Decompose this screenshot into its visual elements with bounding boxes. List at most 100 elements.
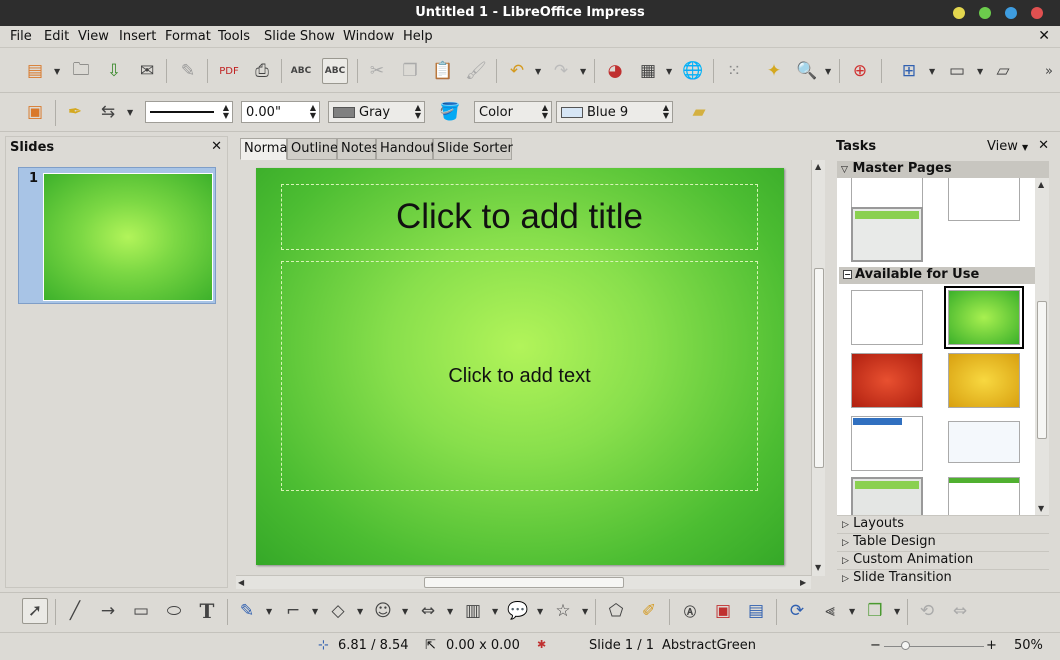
master-thumb-abstract-green[interactable] <box>944 286 1024 349</box>
tab-normal[interactable]: Normal <box>240 138 291 160</box>
master-pages-header[interactable]: ▽ Master Pages <box>837 161 1049 178</box>
master-thumb-green-stripe[interactable] <box>948 477 1020 515</box>
shadow-icon[interactable]: ▰ <box>686 99 712 125</box>
vertical-scrollbar[interactable]: ▲ ▼ <box>811 160 825 576</box>
vertical-scroll-thumb[interactable] <box>814 268 824 468</box>
slide-icon[interactable]: ⊞ <box>896 58 922 84</box>
new-dropdown-icon[interactable]: ▼ <box>54 67 60 76</box>
section-table-design[interactable]: ▷ Table Design <box>837 533 1049 550</box>
line-tool-icon[interactable]: ╱ <box>62 598 88 624</box>
arrange-icon[interactable]: ❒ <box>862 598 888 624</box>
help-icon[interactable]: ⊕ <box>847 58 873 84</box>
table-dropdown-icon[interactable]: ▼ <box>666 67 672 76</box>
available-for-use-header[interactable]: − Available for Use <box>839 267 1035 284</box>
scroll-left-icon[interactable]: ◀ <box>238 578 244 587</box>
menu-tools[interactable]: Tools <box>218 29 250 44</box>
text-placeholder[interactable]: Click to add text <box>281 261 758 491</box>
slide-dropdown-icon[interactable]: ▼ <box>929 67 935 76</box>
line-width-field[interactable]: 0.00" ▲ ▼ <box>241 101 320 123</box>
print-icon[interactable]: ⎙ <box>249 58 275 84</box>
slide-layout-icon[interactable]: ▭ <box>944 58 970 84</box>
layout-dropdown-icon[interactable]: ▼ <box>977 67 983 76</box>
ellipse-tool-icon[interactable]: ⬭ <box>161 598 187 624</box>
scroll-up-icon[interactable]: ▲ <box>815 162 821 171</box>
section-layouts[interactable]: ▷ Layouts <box>837 515 1049 532</box>
spellcheck-icon[interactable]: ABC <box>288 58 314 84</box>
basic-shapes-icon[interactable]: ◇ <box>325 598 351 624</box>
zoom-dropdown-icon[interactable]: ▼ <box>825 67 831 76</box>
master-thumb-red[interactable] <box>851 353 923 408</box>
rotate-icon[interactable]: ⟳ <box>784 598 810 624</box>
symbol-shapes-icon[interactable]: ☺ <box>370 598 396 624</box>
stars-icon[interactable]: ☆ <box>550 598 576 624</box>
horizontal-scroll-thumb[interactable] <box>424 577 624 588</box>
scroll-down-icon[interactable]: ▼ <box>815 563 821 572</box>
toggle-extrusion-icon[interactable]: ⇔ <box>947 598 973 624</box>
table-icon[interactable]: ▦ <box>635 58 661 84</box>
master-thumb-default[interactable] <box>851 290 923 345</box>
fontwork-icon[interactable]: Ⓐ <box>677 598 703 624</box>
block-arrows-icon[interactable]: ⇔ <box>415 598 441 624</box>
flowchart-dropdown-icon[interactable]: ▼ <box>492 607 498 616</box>
slide[interactable]: Click to add title Click to add text <box>256 168 784 565</box>
auto-spellcheck-icon[interactable]: ABC <box>322 58 348 84</box>
tasks-scroll-down-icon[interactable]: ▼ <box>1038 504 1044 513</box>
from-file-icon[interactable]: ▣ <box>710 598 736 624</box>
master-thumb-used-current[interactable] <box>851 207 923 262</box>
points-icon[interactable]: ⬠ <box>603 598 629 624</box>
scroll-right-icon[interactable]: ▶ <box>800 578 806 587</box>
connector-tool-icon[interactable]: ⌐ <box>280 598 306 624</box>
arrow-tool-icon[interactable]: → <box>95 598 121 624</box>
area-style-select[interactable]: Color ▲ ▼ <box>474 101 552 123</box>
arrow-style-dropdown-icon[interactable]: ▼ <box>127 108 133 117</box>
zoom-level[interactable]: 50% <box>1014 638 1043 653</box>
copy-icon[interactable]: ❐ <box>397 58 423 84</box>
close-tasks-pane-icon[interactable]: ✕ <box>1038 138 1049 153</box>
paste-icon[interactable]: 📋 <box>430 58 456 84</box>
rectangle-tool-icon[interactable]: ▭ <box>128 598 154 624</box>
align-icon[interactable]: ⫷ <box>817 598 843 624</box>
callouts-dropdown-icon[interactable]: ▼ <box>537 607 543 616</box>
grid-icon[interactable]: ⁙ <box>721 58 747 84</box>
chart-icon[interactable]: ◕ <box>602 58 628 84</box>
export-pdf-icon[interactable]: PDF <box>216 58 242 84</box>
menu-help[interactable]: Help <box>403 29 433 44</box>
more-icon[interactable]: » <box>1036 58 1060 84</box>
text-tool-icon[interactable]: T <box>194 598 220 624</box>
curve-tool-icon[interactable]: ✎ <box>234 598 260 624</box>
clone-formatting-icon[interactable]: 🖌 <box>463 58 489 84</box>
basic-shapes-dropdown-icon[interactable]: ▼ <box>357 607 363 616</box>
undo-icon[interactable]: ↶ <box>504 58 530 84</box>
minimize-button[interactable] <box>953 7 965 19</box>
hyperlink-icon[interactable]: 🌐 <box>680 58 706 84</box>
curve-dropdown-icon[interactable]: ▼ <box>266 607 272 616</box>
callouts-icon[interactable]: 💬 <box>505 598 531 624</box>
menu-window[interactable]: Window <box>343 29 394 44</box>
line-style-select[interactable]: ▲ ▼ <box>145 101 233 123</box>
area-icon[interactable]: 🪣 <box>437 99 463 125</box>
document-modified-icon[interactable]: ✱ <box>537 638 546 651</box>
maximize-button[interactable] <box>979 7 991 19</box>
zoom-out-icon[interactable]: − <box>870 638 881 653</box>
select-pointer-icon[interactable]: ➚ <box>22 598 48 624</box>
redo-icon[interactable]: ↷ <box>548 58 574 84</box>
menu-file[interactable]: File <box>10 29 32 44</box>
section-slide-transition[interactable]: ▷ Slide Transition <box>837 569 1049 586</box>
line-color-select[interactable]: Gray ▲ ▼ <box>328 101 425 123</box>
menu-slide-show[interactable]: Slide Show <box>264 29 335 44</box>
tab-handout[interactable]: Handout <box>376 138 436 160</box>
zoom-slider[interactable] <box>884 646 984 647</box>
close-slides-pane-icon[interactable]: ✕ <box>211 139 222 154</box>
arrange-dropdown-icon[interactable]: ▼ <box>894 607 900 616</box>
area-fill-select[interactable]: Blue 9 ▲ ▼ <box>556 101 673 123</box>
helplines-icon[interactable]: ✦ <box>761 58 787 84</box>
close-document-icon[interactable]: ✕ <box>1038 28 1050 44</box>
menu-edit[interactable]: Edit <box>44 29 69 44</box>
redo-dropdown-icon[interactable]: ▼ <box>580 67 586 76</box>
menu-format[interactable]: Format <box>165 29 211 44</box>
menu-view[interactable]: View <box>78 29 109 44</box>
undo-dropdown-icon[interactable]: ▼ <box>535 67 541 76</box>
new-document-icon[interactable]: ▤ <box>22 58 48 84</box>
arrow-style-icon[interactable]: ⇆ <box>95 99 121 125</box>
tasks-scrollbar[interactable]: ▲ ▼ <box>1035 178 1049 515</box>
